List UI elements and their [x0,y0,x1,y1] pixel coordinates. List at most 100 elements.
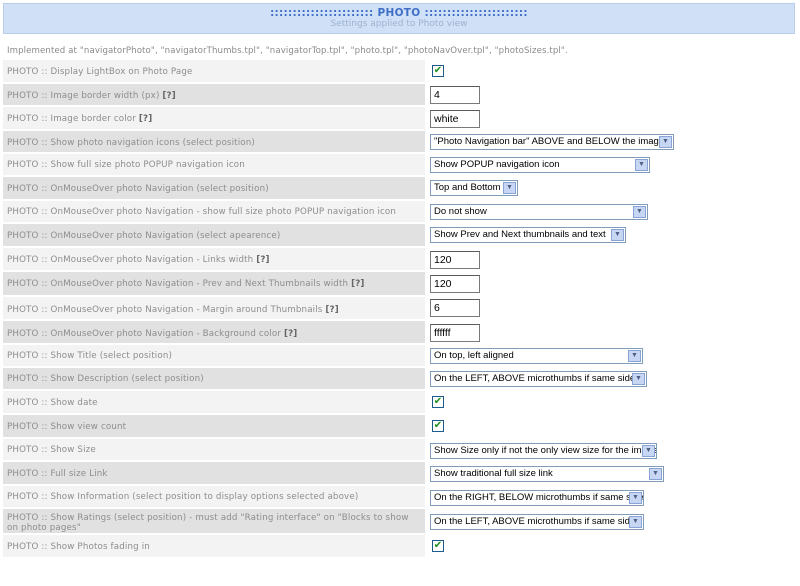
chevron-down-icon[interactable]: ▼ [628,350,641,362]
show-view-count-checkbox[interactable]: ✔ [432,420,444,432]
checkmark-icon: ✔ [433,420,443,431]
chevron-down-icon[interactable]: ▼ [629,492,642,504]
setting-control-cell: Do not show ▼ [425,201,795,222]
show-date-checkbox[interactable]: ✔ [432,396,444,408]
chevron-down-icon[interactable]: ▼ [659,136,672,148]
information-position-select[interactable]: On the RIGHT, BELOW microthumbs if same … [430,490,644,506]
select-value: Show POPUP navigation icon [434,159,560,170]
title-position-select[interactable]: On top, left aligned ▼ [430,348,643,364]
row-show-title: PHOTO :: Show Title (select position) On … [3,345,795,368]
ratings-position-select[interactable]: On the LEFT, ABOVE microthumbs if same s… [430,514,644,530]
chevron-down-icon[interactable]: ▼ [611,229,624,241]
row-full-size-link: PHOTO :: Full size Link Show traditional … [3,462,795,486]
select-value: Show Prev and Next thumbnails and text [434,229,606,240]
setting-control-cell: 120 [425,248,795,270]
setting-label: PHOTO :: OnMouseOver photo Navigation - … [7,279,422,289]
select-value: Show traditional full size link [434,468,553,479]
full-size-link-select[interactable]: Show traditional full size link ▼ [430,466,664,482]
setting-label-text: PHOTO :: Image border width (px) [7,91,160,101]
setting-label: PHOTO :: Display LightBox on Photo Page [7,67,422,77]
nav-icons-position-select[interactable]: "Photo Navigation bar" ABOVE and BELOW t… [430,134,674,150]
chevron-down-icon[interactable]: ▼ [635,159,648,171]
lightbox-checkbox[interactable]: ✔ [432,65,444,77]
thumbnail-margin-input[interactable]: 6 [430,299,480,317]
help-link[interactable]: [?] [351,279,364,289]
row-mouseover-links-width: PHOTO :: OnMouseOver photo Navigation - … [3,248,795,272]
setting-label: PHOTO :: Image border color [?] [7,114,422,124]
setting-label-text: PHOTO :: Image border color [7,114,136,124]
select-value: Show Size only if not the only view size… [434,445,657,456]
setting-label-text: PHOTO :: Show photo navigation icons (se… [7,138,255,148]
setting-label-text: PHOTO :: OnMouseOver photo Navigation (s… [7,231,281,241]
setting-label: PHOTO :: Image border width (px) [?] [7,91,422,101]
row-photos-fading: PHOTO :: Show Photos fading in ✔ [3,535,795,559]
select-value: On the RIGHT, BELOW microthumbs if same … [434,492,644,503]
setting-label-text: PHOTO :: Show view count [7,422,127,432]
setting-label: PHOTO :: Show view count [7,422,422,432]
setting-control-cell: 4 [425,84,795,105]
row-mouseover-appearance: PHOTO :: OnMouseOver photo Navigation (s… [3,224,795,248]
links-width-input[interactable]: 120 [430,251,480,269]
description-position-select[interactable]: On the LEFT, ABOVE microthumbs if same s… [430,371,647,387]
help-link[interactable]: [?] [325,305,338,315]
show-size-select[interactable]: Show Size only if not the only view size… [430,443,657,459]
setting-control-cell: Show Prev and Next thumbnails and text ▼ [425,224,795,246]
setting-control-cell: Show POPUP navigation icon ▼ [425,154,795,175]
row-mouseover-popup-icon: PHOTO :: OnMouseOver photo Navigation - … [3,201,795,224]
fading-in-checkbox[interactable]: ✔ [432,540,444,552]
section-subtitle: Settings applied to Photo view [330,19,468,29]
setting-label: PHOTO :: Show Photos fading in [7,542,422,552]
row-nav-icons-position: PHOTO :: Show photo navigation icons (se… [3,131,795,154]
chevron-down-icon[interactable]: ▼ [632,373,645,385]
setting-label-text: PHOTO :: OnMouseOver photo Navigation - … [7,207,397,217]
select-value: On the LEFT, ABOVE microthumbs if same s… [434,373,636,384]
border-color-input[interactable]: white [430,110,480,128]
mouseover-position-select[interactable]: Top and Bottom ▼ [430,180,518,196]
setting-label: PHOTO :: Full size Link [7,469,422,479]
row-show-description: PHOTO :: Show Description (select positi… [3,368,795,391]
mouseover-appearance-select[interactable]: Show Prev and Next thumbnails and text ▼ [430,227,626,243]
row-show-size: PHOTO :: Show Size Show Size only if not … [3,439,795,462]
setting-control-cell: 120 [425,272,795,295]
setting-label: PHOTO :: Show full size photo POPUP navi… [7,160,422,170]
mouseover-popup-icon-select[interactable]: Do not show ▼ [430,204,648,220]
background-color-input[interactable]: ffffff [430,324,480,342]
section-title: ::::::::::::::::::::::: PHOTO ::::::::::… [270,7,528,19]
setting-control-cell: On the LEFT, ABOVE microthumbs if same s… [425,509,795,533]
setting-label-text: PHOTO :: Show date [7,398,98,408]
help-link[interactable]: [?] [256,255,269,265]
chevron-down-icon[interactable]: ▼ [642,445,655,457]
row-show-view-count: PHOTO :: Show view count ✔ [3,415,795,439]
row-show-ratings: PHOTO :: Show Ratings (select position) … [3,509,795,535]
setting-control-cell: On the LEFT, ABOVE microthumbs if same s… [425,368,795,389]
setting-control-cell: Show traditional full size link ▼ [425,462,795,484]
row-mouseover-bgcolor: PHOTO :: OnMouseOver photo Navigation - … [3,321,795,345]
chevron-down-icon[interactable]: ▼ [633,206,646,218]
setting-label-text: PHOTO :: OnMouseOver photo Navigation - … [7,305,323,315]
help-link[interactable]: [?] [284,329,297,339]
setting-label: PHOTO :: Show Description (select positi… [7,374,422,384]
setting-control-cell: ✔ [425,415,795,437]
border-width-input[interactable]: 4 [430,86,480,104]
chevron-down-icon[interactable]: ▼ [503,182,516,194]
setting-control-cell: ✔ [425,60,795,82]
setting-label: PHOTO :: Show Size [7,445,422,455]
setting-label-text: PHOTO :: OnMouseOver photo Navigation (s… [7,184,269,194]
setting-label-text: PHOTO :: Show full size photo POPUP navi… [7,160,245,170]
popup-nav-icon-select[interactable]: Show POPUP navigation icon ▼ [430,157,650,173]
setting-control-cell: On the RIGHT, BELOW microthumbs if same … [425,486,795,507]
thumbnails-width-input[interactable]: 120 [430,275,480,293]
help-link[interactable]: [?] [139,114,152,124]
select-value: On the LEFT, ABOVE microthumbs if same s… [434,516,636,527]
setting-label-text: PHOTO :: Show Title (select position) [7,351,173,361]
help-link[interactable]: [?] [162,91,175,101]
setting-label-text: PHOTO :: OnMouseOver photo Navigation - … [7,279,349,289]
setting-label: PHOTO :: OnMouseOver photo Navigation (s… [7,231,422,241]
setting-label: PHOTO :: OnMouseOver photo Navigation - … [7,329,422,339]
setting-label: PHOTO :: Show date [7,398,422,408]
setting-control-cell: ✔ [425,535,795,557]
chevron-down-icon[interactable]: ▼ [649,468,662,480]
setting-control-cell: ffffff [425,321,795,343]
setting-control-cell: On top, left aligned ▼ [425,345,795,366]
chevron-down-icon[interactable]: ▼ [629,516,642,528]
